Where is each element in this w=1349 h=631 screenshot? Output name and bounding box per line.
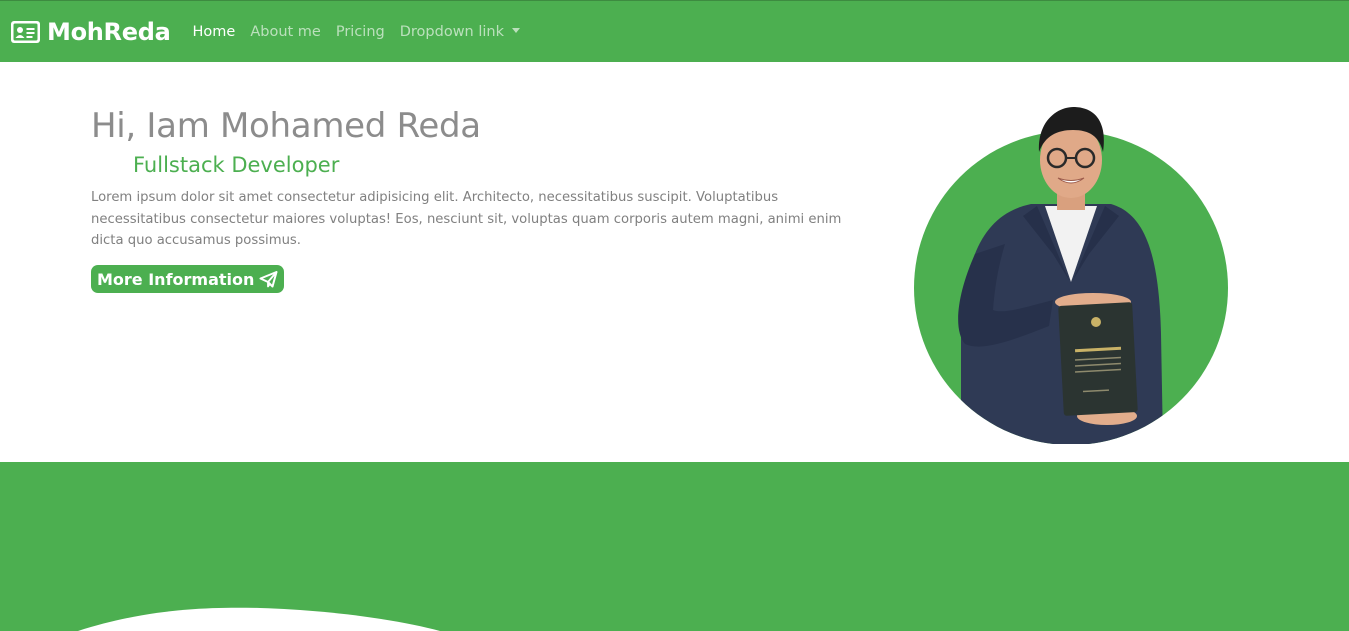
brand-name: MohReda [47, 17, 171, 46]
footer-wave-section [0, 462, 1349, 631]
nav-dropdown-toggle[interactable]: Dropdown link [400, 24, 520, 40]
hero-title: Hi, Iam Mohamed Reda [91, 106, 481, 146]
caret-down-icon [512, 27, 520, 33]
wave-shape [78, 607, 440, 631]
more-information-button[interactable]: More Information [91, 265, 285, 293]
navbar: MohReda Home About me Pricing Dropdown l… [0, 0, 1349, 62]
hero-description: Lorem ipsum dolor sit amet consectetur a… [91, 190, 842, 248]
nav-dropdown-label: Dropdown link [399, 23, 504, 40]
id-card-icon [11, 20, 40, 43]
nav-link-pricing[interactable]: Pricing [336, 24, 385, 40]
hero-section: Hi, Iam Mohamed Reda Fullstack Developer… [0, 62, 1349, 462]
more-information-label: More Information [97, 269, 255, 289]
nav-links: Home About me Pricing Dropdown link [193, 24, 536, 40]
brand[interactable]: MohReda [11, 18, 171, 46]
nav-link-home[interactable]: Home [193, 24, 236, 40]
nav-link-about[interactable]: About me [250, 24, 321, 40]
hero-subtitle: Fullstack Developer [133, 153, 340, 177]
paper-plane-icon [259, 270, 278, 287]
profile-photo [914, 106, 1228, 444]
